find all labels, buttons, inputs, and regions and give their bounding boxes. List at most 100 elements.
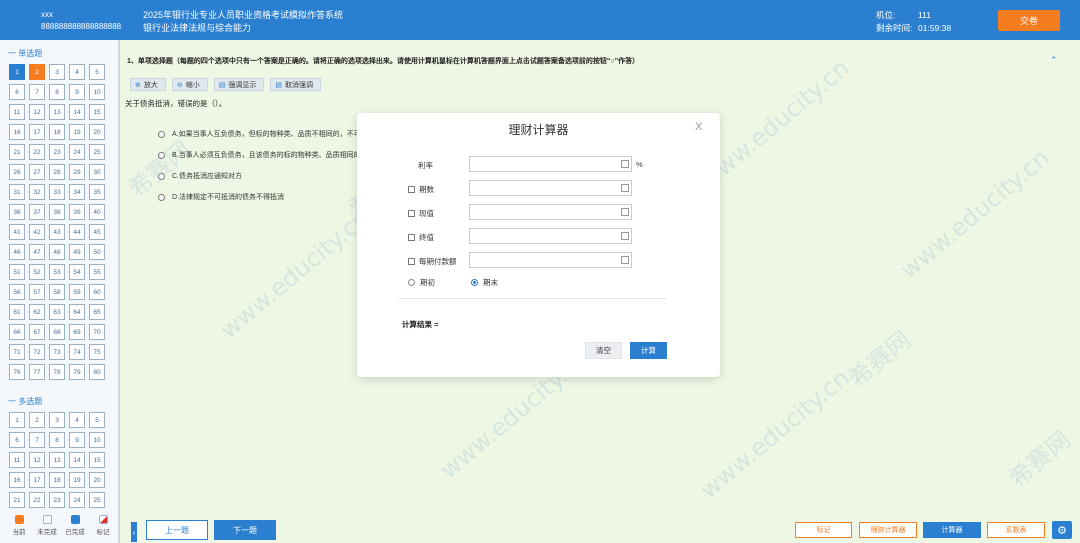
keypad-icon[interactable] <box>621 256 629 264</box>
begin-radio-circle[interactable] <box>408 279 415 286</box>
single-question-21[interactable]: 21 <box>9 144 25 160</box>
zoom-in-button[interactable]: ⊕ 放大 <box>130 78 166 91</box>
single-question-34[interactable]: 34 <box>69 184 85 200</box>
multi-question-16[interactable]: 16 <box>9 472 25 488</box>
single-question-4[interactable]: 4 <box>69 64 85 80</box>
multi-question-17[interactable]: 17 <box>29 472 45 488</box>
financial-calculator-button[interactable]: 理财计算器 <box>859 522 917 538</box>
mark-button[interactable]: 标记 <box>795 522 852 538</box>
payment-label[interactable]: 每期付款额 <box>408 256 457 267</box>
option-c-radio[interactable] <box>158 172 165 180</box>
next-question-button[interactable]: 下一题 <box>214 520 276 540</box>
single-question-78[interactable]: 78 <box>49 364 65 380</box>
single-question-46[interactable]: 46 <box>9 244 25 260</box>
single-question-62[interactable]: 62 <box>29 304 45 320</box>
calculator-button[interactable]: 计算器 <box>923 522 981 538</box>
periods-checkbox[interactable] <box>408 186 415 193</box>
option-a[interactable]: A.如果当事人互负债务，但标的物种类、品质不相同的，不可 <box>158 129 361 139</box>
single-question-7[interactable]: 7 <box>29 84 45 100</box>
single-question-9[interactable]: 9 <box>69 84 85 100</box>
single-question-79[interactable]: 79 <box>69 364 85 380</box>
single-question-71[interactable]: 71 <box>9 344 25 360</box>
period-end-radio[interactable]: 期末 <box>471 277 498 288</box>
single-question-65[interactable]: 65 <box>89 304 105 320</box>
single-question-73[interactable]: 73 <box>49 344 65 360</box>
single-question-66[interactable]: 66 <box>9 324 25 340</box>
multi-question-12[interactable]: 12 <box>29 452 45 468</box>
single-question-13[interactable]: 13 <box>49 104 65 120</box>
multi-question-15[interactable]: 15 <box>89 452 105 468</box>
single-question-52[interactable]: 52 <box>29 264 45 280</box>
collapse-icon[interactable]: ⌃ <box>1050 55 1058 66</box>
submit-exam-button[interactable]: 交卷 <box>998 10 1060 31</box>
single-question-42[interactable]: 42 <box>29 224 45 240</box>
option-c[interactable]: C.债务抵消应通知对方 <box>158 171 242 181</box>
period-begin-radio[interactable]: 期初 <box>408 277 435 288</box>
multi-question-8[interactable]: 8 <box>49 432 65 448</box>
multi-question-20[interactable]: 20 <box>89 472 105 488</box>
single-question-23[interactable]: 23 <box>49 144 65 160</box>
single-question-48[interactable]: 48 <box>49 244 65 260</box>
present-value-checkbox[interactable] <box>408 210 415 217</box>
single-question-2[interactable]: 2 <box>29 64 45 80</box>
single-question-77[interactable]: 77 <box>29 364 45 380</box>
option-d-radio[interactable] <box>158 193 165 201</box>
rate-input[interactable] <box>469 156 632 172</box>
multi-question-2[interactable]: 2 <box>29 412 45 428</box>
single-question-68[interactable]: 68 <box>49 324 65 340</box>
single-question-28[interactable]: 28 <box>49 164 65 180</box>
option-b[interactable]: B.当事人必须互负债务，且该债务的标的物种类、品质相同的 <box>158 150 361 160</box>
keypad-icon[interactable] <box>621 208 629 216</box>
single-question-32[interactable]: 32 <box>29 184 45 200</box>
future-value-label[interactable]: 终值 <box>408 232 434 243</box>
single-question-49[interactable]: 49 <box>69 244 85 260</box>
single-question-59[interactable]: 59 <box>69 284 85 300</box>
multi-question-10[interactable]: 10 <box>89 432 105 448</box>
multi-question-22[interactable]: 22 <box>29 492 45 508</box>
single-question-41[interactable]: 41 <box>9 224 25 240</box>
multi-question-3[interactable]: 3 <box>49 412 65 428</box>
single-question-47[interactable]: 47 <box>29 244 45 260</box>
single-question-56[interactable]: 56 <box>9 284 25 300</box>
multi-question-23[interactable]: 23 <box>49 492 65 508</box>
future-value-checkbox[interactable] <box>408 234 415 241</box>
option-a-radio[interactable] <box>158 130 165 138</box>
single-question-36[interactable]: 36 <box>9 204 25 220</box>
single-question-67[interactable]: 67 <box>29 324 45 340</box>
multi-question-19[interactable]: 19 <box>69 472 85 488</box>
single-question-53[interactable]: 53 <box>49 264 65 280</box>
single-question-1[interactable]: 1 <box>9 64 25 80</box>
single-question-3[interactable]: 3 <box>49 64 65 80</box>
single-question-6[interactable]: 6 <box>9 84 25 100</box>
payment-input[interactable] <box>469 252 632 268</box>
single-question-57[interactable]: 57 <box>29 284 45 300</box>
single-question-30[interactable]: 30 <box>89 164 105 180</box>
multi-question-18[interactable]: 18 <box>49 472 65 488</box>
single-question-11[interactable]: 11 <box>9 104 25 120</box>
single-question-10[interactable]: 10 <box>89 84 105 100</box>
single-question-33[interactable]: 33 <box>49 184 65 200</box>
single-question-51[interactable]: 51 <box>9 264 25 280</box>
single-question-70[interactable]: 70 <box>89 324 105 340</box>
single-question-38[interactable]: 38 <box>49 204 65 220</box>
single-question-50[interactable]: 50 <box>89 244 105 260</box>
single-question-61[interactable]: 61 <box>9 304 25 320</box>
multi-question-4[interactable]: 4 <box>69 412 85 428</box>
settings-gear-icon[interactable]: ⚙ <box>1052 521 1072 539</box>
single-question-44[interactable]: 44 <box>69 224 85 240</box>
clear-button[interactable]: 清空 <box>585 342 622 359</box>
single-question-15[interactable]: 15 <box>89 104 105 120</box>
multi-question-11[interactable]: 11 <box>9 452 25 468</box>
multi-question-1[interactable]: 1 <box>9 412 25 428</box>
keypad-icon[interactable] <box>621 160 629 168</box>
single-question-64[interactable]: 64 <box>69 304 85 320</box>
single-question-80[interactable]: 80 <box>89 364 105 380</box>
single-question-27[interactable]: 27 <box>29 164 45 180</box>
single-question-17[interactable]: 17 <box>29 124 45 140</box>
single-question-25[interactable]: 25 <box>89 144 105 160</box>
multi-question-21[interactable]: 21 <box>9 492 25 508</box>
multi-choice-section-title[interactable]: 一 多选题 <box>8 396 42 407</box>
option-b-radio[interactable] <box>158 151 165 159</box>
single-question-40[interactable]: 40 <box>89 204 105 220</box>
coefficient-table-button[interactable]: 系数表 <box>987 522 1045 538</box>
